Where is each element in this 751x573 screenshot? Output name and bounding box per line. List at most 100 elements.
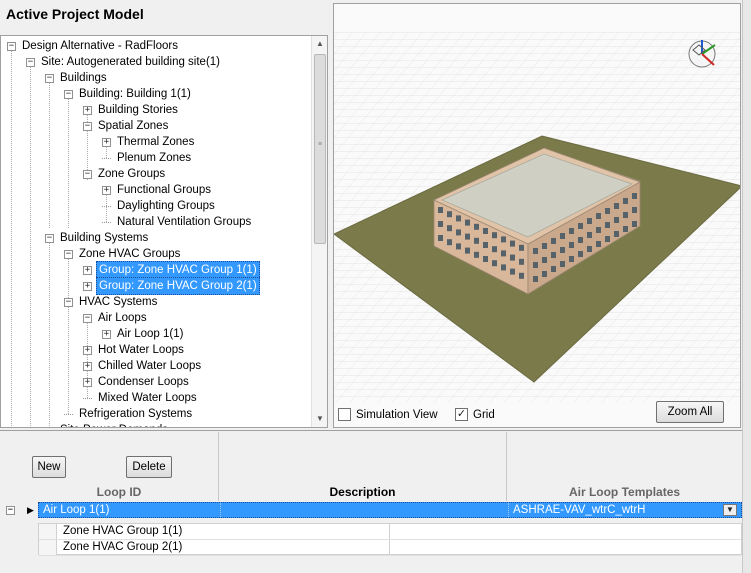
scene-canvas[interactable] [334, 4, 741, 403]
tree-node[interactable]: − HVAC Systems [64, 294, 159, 310]
window-pane [560, 233, 565, 239]
list-item[interactable]: Zone HVAC Group 1(1) [39, 524, 741, 540]
tree-node-label[interactable]: Building: Building 1(1) [77, 86, 193, 102]
list-item[interactable]: Zone HVAC Group 2(1) [39, 540, 741, 556]
tree-node[interactable]: − Building: Building 1(1) [64, 86, 193, 102]
tree-node[interactable]: Refrigeration Systems [64, 406, 194, 422]
tree-node-label[interactable]: Building Stories [96, 102, 180, 118]
collapse-icon[interactable]: − [45, 73, 54, 83]
description-cell[interactable] [220, 503, 508, 517]
tree-node-label[interactable]: Mixed Water Loops [96, 390, 199, 406]
tree-node-label[interactable]: Design Alternative - RadFloors [20, 38, 180, 54]
tree-node[interactable]: + Thermal Zones [102, 134, 196, 150]
loop-id-cell[interactable]: Air Loop 1(1) [39, 503, 220, 517]
simulation-view-checkbox[interactable] [338, 408, 351, 421]
row-selector[interactable] [39, 524, 57, 539]
tree-node[interactable]: + Functional Groups [102, 182, 213, 198]
tree-node-label[interactable]: Refrigeration Systems [77, 406, 194, 422]
chevron-down-icon[interactable]: ▼ [723, 504, 737, 516]
tree-node[interactable]: + Chilled Water Loops [83, 358, 203, 374]
window-pane [605, 208, 610, 214]
grid-checkbox[interactable]: ✓ [455, 408, 468, 421]
template-cell[interactable]: ASHRAE-VAV_wtrC_wtrH [508, 503, 741, 517]
tree-node[interactable]: − Site: Autogenerated building site(1) [26, 54, 222, 70]
zoom-all-button[interactable]: Zoom All [656, 401, 724, 423]
table-row[interactable]: Air Loop 1(1) ASHRAE-VAV_wtrC_wtrH ▼ [38, 502, 742, 518]
tree-node[interactable]: + Building Stories [83, 102, 180, 118]
tree-node[interactable]: Plenum Zones [102, 150, 193, 166]
expand-icon[interactable]: + [102, 137, 111, 147]
collapse-icon[interactable]: − [83, 121, 92, 131]
collapse-icon[interactable]: − [45, 233, 54, 243]
axis-gizmo-icon[interactable] [688, 40, 716, 68]
tree-node-label[interactable]: Thermal Zones [115, 134, 196, 150]
tree-node-label[interactable]: HVAC Systems [77, 294, 159, 310]
tree-node-label[interactable]: Chilled Water Loops [96, 358, 203, 374]
tree-node-label[interactable]: Buildings [58, 70, 109, 86]
tree-node[interactable]: + Group: Zone HVAC Group 2(1) [83, 277, 260, 295]
tree-node[interactable]: Mixed Water Loops [83, 390, 199, 406]
expand-icon[interactable]: + [102, 329, 111, 339]
collapse-icon[interactable]: − [6, 506, 15, 515]
new-button[interactable]: New [32, 456, 66, 478]
tree-node-label[interactable]: Zone Groups [96, 166, 167, 182]
tree-node[interactable]: + Condenser Loops [83, 374, 191, 390]
tree-node-label[interactable]: Hot Water Loops [96, 342, 186, 358]
tree-node[interactable]: + Air Loop 1(1) [102, 326, 185, 342]
tree-node[interactable]: Site Power Demands [45, 422, 170, 427]
collapse-icon[interactable]: − [64, 249, 73, 259]
tree-node-label[interactable]: Daylighting Groups [115, 198, 217, 214]
tree-node[interactable]: − Zone Groups [83, 166, 167, 182]
tree-node-label[interactable]: Group: Zone HVAC Group 2(1) [96, 277, 260, 295]
column-divider [389, 524, 390, 539]
tree-node[interactable]: − Buildings [45, 70, 109, 86]
expand-icon[interactable]: + [83, 105, 92, 115]
tree-node[interactable]: + Hot Water Loops [83, 342, 186, 358]
expand-icon[interactable]: + [83, 265, 92, 275]
tree-node[interactable]: Natural Ventilation Groups [102, 214, 253, 230]
tree-node-label[interactable]: Site: Autogenerated building site(1) [39, 54, 222, 70]
column-description[interactable]: Description [219, 432, 507, 501]
grid-toggle[interactable]: ✓ Grid [455, 408, 495, 421]
tree-node-label[interactable]: Spatial Zones [96, 118, 170, 134]
3d-viewport[interactable]: Simulation View ✓ Grid Zoom All [333, 3, 741, 428]
grid-label: Grid [473, 408, 495, 421]
tree-node-label[interactable]: Air Loop 1(1) [115, 326, 185, 342]
tree-node-label[interactable]: Air Loops [96, 310, 149, 326]
tree-guide-line [11, 46, 12, 426]
collapse-icon[interactable]: − [83, 169, 92, 179]
collapse-icon[interactable]: − [83, 313, 92, 323]
tree-node[interactable]: Daylighting Groups [102, 198, 217, 214]
tree-node[interactable]: − Building Systems [45, 230, 150, 246]
expand-icon[interactable]: + [83, 281, 92, 291]
tree-node-label[interactable]: Site Power Demands [58, 422, 170, 427]
tree-node[interactable]: − Zone HVAC Groups [64, 246, 182, 262]
tree-node[interactable]: + Group: Zone HVAC Group 1(1) [83, 261, 260, 279]
tree-node-label[interactable]: Plenum Zones [115, 150, 193, 166]
tree-node[interactable]: − Design Alternative - RadFloors [7, 38, 180, 54]
scroll-thumb[interactable]: ≡ [314, 54, 326, 244]
scroll-down-icon[interactable]: ▼ [312, 411, 327, 427]
project-tree[interactable]: − Design Alternative - RadFloors − Site: Au… [0, 35, 328, 428]
collapse-icon[interactable]: − [7, 41, 16, 51]
expand-icon[interactable]: + [102, 185, 111, 195]
expand-icon[interactable]: + [83, 345, 92, 355]
collapse-icon[interactable]: − [64, 89, 73, 99]
delete-button[interactable]: Delete [126, 456, 172, 478]
tree-node-label[interactable]: Building Systems [58, 230, 150, 246]
tree-node-label[interactable]: Natural Ventilation Groups [115, 214, 253, 230]
collapse-icon[interactable]: − [26, 57, 35, 67]
tree-scrollbar[interactable]: ▲ ≡ ▼ [311, 36, 327, 427]
simulation-view-toggle[interactable]: Simulation View [338, 408, 438, 421]
tree-node[interactable]: − Air Loops [83, 310, 149, 326]
row-selector[interactable] [39, 540, 57, 555]
tree-node-label[interactable]: Condenser Loops [96, 374, 191, 390]
column-templates[interactable]: Air Loop Templates [507, 432, 742, 501]
expand-icon[interactable]: + [83, 377, 92, 387]
tree-node[interactable]: − Spatial Zones [83, 118, 170, 134]
scroll-up-icon[interactable]: ▲ [312, 36, 327, 52]
expand-icon[interactable]: + [83, 361, 92, 371]
collapse-icon[interactable]: − [64, 297, 73, 307]
tree-node-label[interactable]: Zone HVAC Groups [77, 246, 182, 262]
tree-node-label[interactable]: Functional Groups [115, 182, 213, 198]
